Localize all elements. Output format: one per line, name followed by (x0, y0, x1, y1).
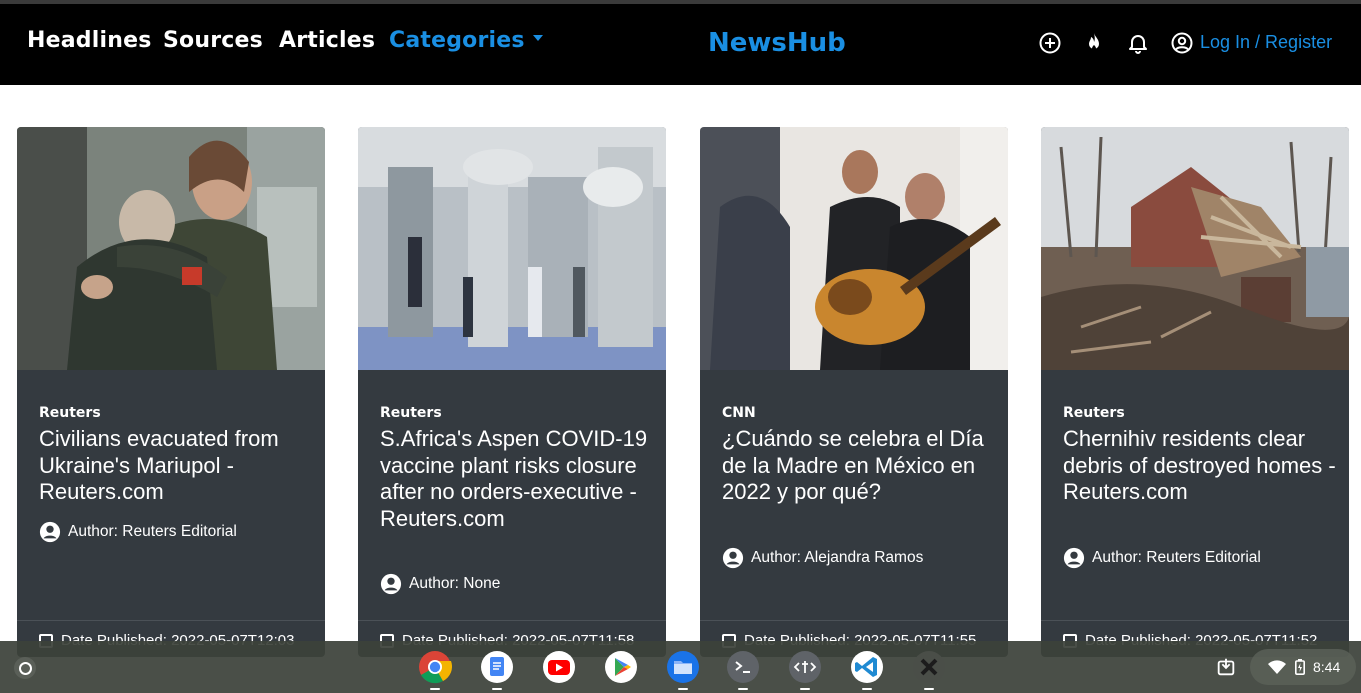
files-icon[interactable] (666, 650, 700, 684)
clock[interactable]: 8:44 (1313, 659, 1340, 675)
article-image[interactable] (17, 127, 325, 370)
article-card[interactable]: Reuters Chernihiv residents clear debris… (1041, 127, 1349, 657)
article-author: Author: Reuters Editorial (1063, 547, 1261, 569)
fire-icon[interactable] (1082, 31, 1106, 55)
launcher-circle-icon (18, 661, 32, 675)
bell-icon[interactable] (1126, 31, 1150, 55)
add-circle-icon[interactable] (1038, 31, 1062, 55)
user-avatar-icon (722, 547, 744, 569)
article-author-text: Author: Alejandra Ramos (751, 549, 924, 566)
play-store-icon[interactable] (604, 650, 638, 684)
article-title[interactable]: Civilians evacuated from Ukraine's Mariu… (39, 426, 314, 506)
article-image[interactable] (358, 127, 666, 370)
navbar: Headlines Sources Articles Categories Ne… (0, 4, 1361, 85)
article-source: Reuters (1063, 405, 1125, 421)
chevron-down-icon (532, 35, 543, 41)
x-app-icon[interactable] (912, 650, 946, 684)
user-avatar-icon (1063, 547, 1085, 569)
nav-articles[interactable]: Articles (279, 28, 375, 53)
battery-icon (1295, 659, 1305, 675)
terminal-icon[interactable] (726, 650, 760, 684)
article-source: Reuters (39, 405, 101, 421)
chrome-icon[interactable] (418, 650, 452, 684)
article-author-text: Author: Reuters Editorial (1092, 549, 1261, 566)
docs-icon[interactable] (480, 650, 514, 684)
nav-categories-dropdown[interactable]: Categories (389, 28, 543, 53)
user-avatar-icon (380, 573, 402, 595)
card-footer-divider (358, 620, 666, 621)
article-author-text: Author: Reuters Editorial (68, 523, 237, 540)
wifi-icon (1268, 660, 1286, 674)
account-circle-icon[interactable] (1170, 31, 1194, 55)
nav-sources[interactable]: Sources (163, 28, 263, 53)
text-editor-icon[interactable] (788, 650, 822, 684)
article-image[interactable] (700, 127, 1008, 370)
launcher-button[interactable] (14, 657, 36, 679)
os-shelf: 8:44 (0, 641, 1361, 693)
article-title[interactable]: ¿Cuándo se celebra el Día de la Madre en… (722, 426, 997, 506)
card-footer-divider (17, 620, 325, 621)
article-card[interactable]: Reuters Civilians evacuated from Ukraine… (17, 127, 325, 657)
brand-logo[interactable]: NewsHub (708, 28, 846, 58)
nav-headlines[interactable]: Headlines (27, 28, 152, 53)
article-title[interactable]: Chernihiv residents clear debris of dest… (1063, 426, 1338, 506)
nav-categories-label: Categories (389, 28, 525, 53)
login-register-link[interactable]: Log In / Register (1200, 32, 1332, 53)
holding-space-icon[interactable] (1215, 656, 1237, 678)
article-title[interactable]: S.Africa's Aspen COVID-19 vaccine plant … (380, 426, 655, 532)
card-footer-divider (1041, 620, 1349, 621)
card-footer-divider (700, 620, 1008, 621)
article-card[interactable]: Reuters S.Africa's Aspen COVID-19 vaccin… (358, 127, 666, 657)
article-author-text: Author: None (409, 575, 501, 592)
user-avatar-icon (39, 521, 61, 543)
article-source: Reuters (380, 405, 442, 421)
article-author: Author: None (380, 573, 500, 595)
article-card[interactable]: CNN ¿Cuándo se celebra el Día de la Madr… (700, 127, 1008, 657)
article-author: Author: Alejandra Ramos (722, 547, 923, 569)
article-image[interactable] (1041, 127, 1349, 370)
article-author: Author: Reuters Editorial (39, 521, 237, 543)
youtube-icon[interactable] (542, 650, 576, 684)
article-source: CNN (722, 405, 756, 421)
vscode-icon[interactable] (850, 650, 884, 684)
